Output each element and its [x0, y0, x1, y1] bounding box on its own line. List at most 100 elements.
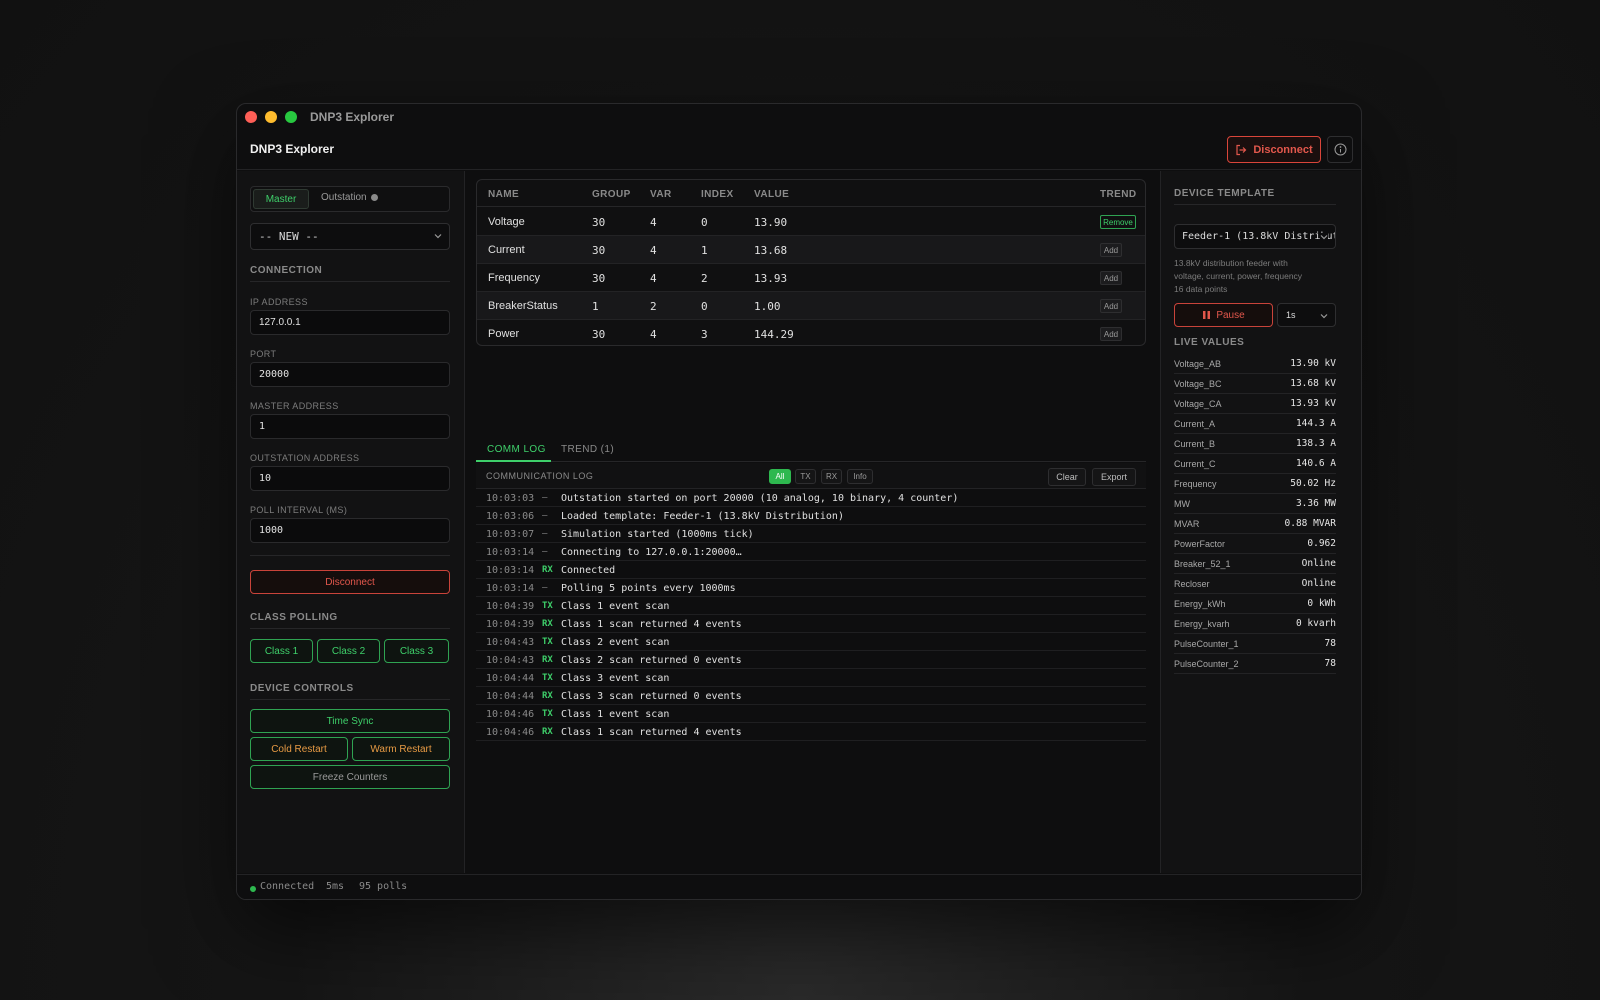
live-value-row: Current_C 140.6 A [1174, 454, 1336, 474]
live-value-row: PulseCounter_2 78 [1174, 654, 1336, 674]
tab-trend[interactable]: TREND (1) [561, 444, 614, 455]
log-entry: 10:04:46 TX Class 1 event scan [476, 705, 1146, 723]
filter-tx-button[interactable]: TX [795, 469, 816, 484]
outstation-address-input[interactable]: 10 [250, 466, 450, 491]
live-value-row: Energy_kWh 0 kWh [1174, 594, 1336, 614]
live-value-name: Energy_kWh [1174, 599, 1226, 609]
point-index: 1 [701, 244, 708, 257]
log-time: 10:03:14 [486, 547, 535, 558]
point-var: 4 [650, 244, 657, 257]
live-value-name: Current_B [1174, 439, 1216, 449]
session-select-value: -- NEW -- [259, 230, 319, 243]
mode-outstation-tab[interactable]: Outstation [321, 192, 378, 203]
live-value: 13.93 kV [1290, 398, 1336, 409]
live-value-name: Voltage_BC [1174, 379, 1222, 389]
time-sync-button[interactable]: Time Sync [250, 709, 450, 733]
live-value-name: Breaker_52_1 [1174, 559, 1231, 569]
divider [1174, 204, 1336, 205]
point-var: 4 [650, 216, 657, 229]
filter-all-button[interactable]: All [769, 469, 791, 484]
log-direction: TX [542, 637, 553, 647]
master-address-input[interactable]: 1 [250, 414, 450, 439]
trend-add-button[interactable]: Add [1100, 243, 1122, 257]
center-panel: NAME GROUP VAR INDEX VALUE TREND Voltage… [466, 171, 1158, 873]
left-panel: Master Outstation -- NEW -- CONNECTION I… [237, 171, 465, 873]
point-name: Power [488, 328, 520, 340]
log-time: 10:03:14 [486, 583, 535, 594]
mode-toggle: Master Outstation [250, 186, 450, 212]
clear-log-button[interactable]: Clear [1048, 468, 1086, 486]
ip-address-input[interactable]: 127.0.0.1 [250, 310, 450, 335]
divider [250, 699, 450, 700]
tab-comm-log[interactable]: COMM LOG [487, 444, 546, 455]
trend-add-button[interactable]: Add [1100, 271, 1122, 285]
log-message: Connecting to 127.0.0.1:20000… [561, 547, 742, 558]
table-row: BreakerStatus 1 2 0 1.00 Add [477, 292, 1145, 320]
info-button[interactable] [1327, 136, 1353, 163]
warm-restart-button[interactable]: Warm Restart [352, 737, 450, 761]
log-message: Class 1 scan returned 4 events [561, 727, 742, 738]
filter-info-button[interactable]: Info [847, 469, 873, 484]
poll-interval-input[interactable]: 1000 [250, 518, 450, 543]
live-value-name: PulseCounter_2 [1174, 659, 1239, 669]
maximize-window-button[interactable] [285, 111, 297, 123]
points-table: NAME GROUP VAR INDEX VALUE TREND Voltage… [476, 179, 1146, 346]
log-time: 10:04:43 [486, 655, 535, 666]
logout-icon [1236, 144, 1247, 155]
point-group: 30 [592, 216, 606, 229]
port-label: PORT [250, 349, 277, 359]
header-disconnect-button[interactable]: Disconnect [1227, 136, 1321, 163]
port-input[interactable]: 20000 [250, 362, 450, 387]
live-value-row: Voltage_AB 13.90 kV [1174, 354, 1336, 374]
class-2-button[interactable]: Class 2 [317, 639, 380, 663]
log-message: Class 3 scan returned 0 events [561, 691, 742, 702]
cold-restart-button[interactable]: Cold Restart [250, 737, 348, 761]
log-message: Class 3 event scan [561, 673, 670, 684]
class-1-button[interactable]: Class 1 [250, 639, 313, 663]
filter-rx-button[interactable]: RX [821, 469, 842, 484]
log-title: COMMUNICATION LOG [486, 471, 594, 481]
disconnect-button[interactable]: Disconnect [250, 570, 450, 594]
live-value-row: MVAR 0.88 MVAR [1174, 514, 1336, 534]
update-rate-select[interactable]: 1s [1277, 303, 1336, 327]
minimize-window-button[interactable] [265, 111, 277, 123]
live-value-row: Energy_kvarh 0 kvarh [1174, 614, 1336, 634]
divider [250, 628, 450, 629]
freeze-counters-button[interactable]: Freeze Counters [250, 765, 450, 789]
window-title: DNP3 Explorer [310, 110, 395, 124]
point-group: 30 [592, 328, 606, 341]
pause-icon [1203, 311, 1211, 319]
log-time: 10:04:46 [486, 709, 535, 720]
class-polling-title: CLASS POLLING [250, 612, 338, 623]
trend-add-button[interactable]: Add [1100, 299, 1122, 313]
status-bar: Connected 5ms 95 polls [237, 874, 1361, 899]
app-header: DNP3 Explorer Disconnect [237, 130, 1361, 170]
points-table-header: NAME GROUP VAR INDEX VALUE TREND [477, 180, 1145, 207]
col-group: GROUP [592, 189, 631, 200]
log-time: 10:03:07 [486, 529, 535, 540]
trend-remove-button[interactable]: Remove [1100, 215, 1136, 229]
log-direction: — [542, 529, 548, 539]
export-log-button[interactable]: Export [1092, 468, 1136, 486]
pause-button[interactable]: Pause [1174, 303, 1273, 327]
mode-master-tab[interactable]: Master [253, 189, 309, 209]
live-value-row: Current_B 138.3 A [1174, 434, 1336, 454]
close-window-button[interactable] [245, 111, 257, 123]
live-value-name: PowerFactor [1174, 539, 1226, 549]
trend-add-button[interactable]: Add [1100, 327, 1122, 341]
log-time: 10:03:14 [486, 565, 535, 576]
connection-status: Connected [260, 881, 315, 892]
class-3-button[interactable]: Class 3 [384, 639, 449, 663]
session-select[interactable]: -- NEW -- [250, 223, 450, 250]
log-message: Outstation started on port 20000 (10 ana… [561, 493, 959, 504]
template-select[interactable]: Feeder-1 (13.8kV Distribution) [1174, 224, 1336, 249]
table-row: Power 30 4 3 144.29 Add [477, 320, 1145, 345]
live-value-row: Current_A 144.3 A [1174, 414, 1336, 434]
live-value: Online [1301, 558, 1336, 569]
live-value-row: Breaker_52_1 Online [1174, 554, 1336, 574]
log-direction: RX [542, 565, 553, 575]
chevron-down-icon [434, 234, 442, 239]
log-direction: RX [542, 655, 553, 665]
app-name: DNP3 Explorer [250, 142, 335, 156]
point-group: 30 [592, 244, 606, 257]
